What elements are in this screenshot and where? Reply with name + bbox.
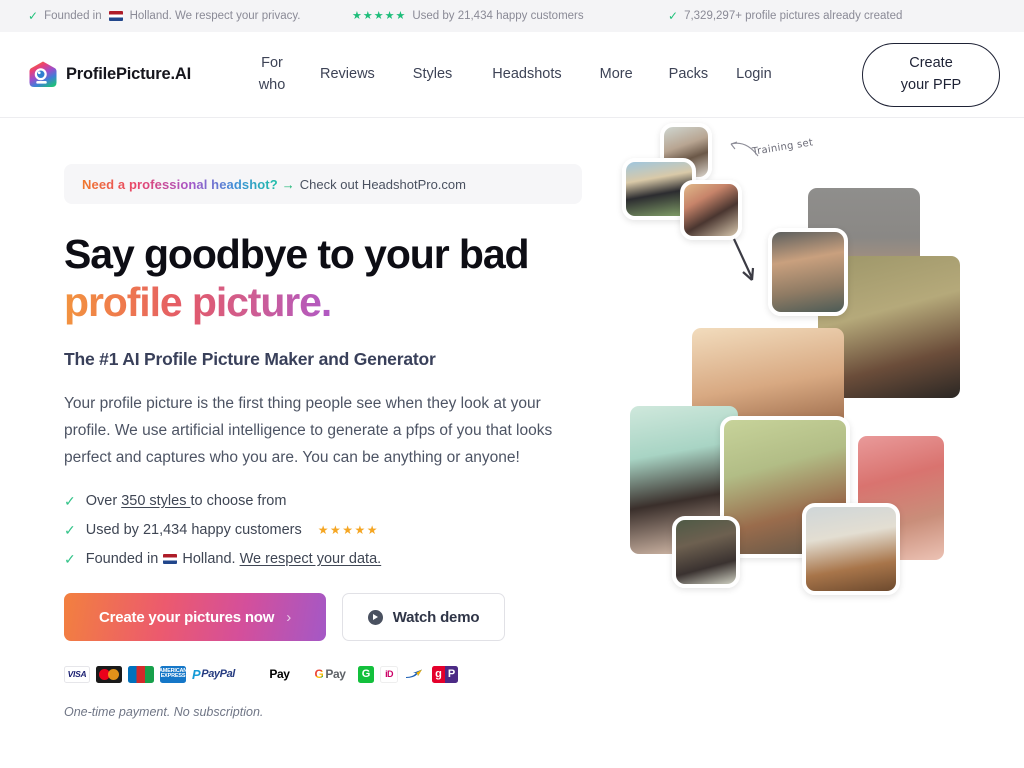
payment-methods: VISA AMERICAN EXPRESS P PayPal Pay G Pay G … (64, 665, 584, 683)
feature-founded-pre: Founded in (85, 551, 163, 568)
nav-link-for-who-line1: For (261, 55, 283, 72)
create-your-pfp-button[interactable]: Create your PFP (862, 42, 1000, 107)
nav-link-login[interactable]: Login (726, 64, 781, 85)
brand-name: ProfilePicture.AI (66, 65, 191, 83)
nl-flag-icon (108, 11, 123, 21)
headshotpro-promo-banner[interactable]: Need a professional headshot? → Check ou… (64, 164, 582, 204)
training-photo-3 (680, 180, 742, 240)
stars-icon: ★★★★★ (352, 9, 407, 22)
page-title: Say goodbye to your bad profile picture. (64, 230, 584, 327)
chevron-right-icon: › (286, 608, 292, 626)
feature-list: ✓ Over 350 styles to choose from ✓ Used … (64, 493, 584, 567)
topbar-privacy-text-after: Holland. We respect your privacy. (129, 10, 301, 22)
feature-founded-text: Founded in Holland. We respect your data… (86, 551, 381, 567)
brand-logo-link[interactable]: ProfilePicture.AI (28, 60, 191, 90)
profilepicture-logo-icon (28, 60, 58, 90)
feature-founded-mid: Holland. (178, 551, 240, 568)
feature-item-customers: ✓ Used by 21,434 happy customers ★★★★★ (64, 522, 584, 538)
training-set-annotation: Training set (751, 137, 815, 158)
topbar-created-text: 7,329,297+ profile pictures already crea… (684, 10, 903, 22)
hero-description: Your profile picture is the first thing … (64, 394, 553, 466)
feature-styles-post: to choose from (190, 493, 287, 510)
result-photo-center-featured (768, 228, 848, 316)
nav-links: For who Reviews Styles Headshots More Pa… (248, 53, 782, 95)
feature-styles-pre: Over (85, 493, 122, 510)
check-icon: ✓ (64, 551, 76, 568)
nav-link-for-who-line2: who (258, 76, 286, 93)
result-photo-cafe (802, 503, 900, 595)
rating-stars-icon: ★★★★★ (317, 523, 380, 538)
topbar-item-created-count: ✓ 7,329,297+ profile pictures already cr… (668, 10, 902, 22)
feature-customers-text: Used by 21,434 happy customers (85, 522, 302, 539)
nav-cta-line2: your PFP (900, 76, 962, 93)
topbar-customers-text: Used by 21,434 happy customers (412, 10, 584, 22)
hero-image-collage: Training set (600, 118, 1024, 738)
feature-item-styles: ✓ Over 350 styles to choose from (64, 493, 584, 509)
promo-banner-strong: Need a professional headshot? (82, 176, 278, 192)
apple-pay-icon: Pay (256, 665, 302, 683)
nav-link-headshots[interactable]: Headshots (482, 64, 571, 85)
watch-demo-button[interactable]: Watch demo (342, 593, 505, 642)
google-pay-icon: G Pay (308, 665, 352, 683)
giropay-icon: G (358, 665, 374, 683)
nav-link-packs[interactable]: Packs (659, 64, 719, 85)
check-icon: ✓ (28, 9, 39, 23)
main-navigation: ProfilePicture.AI For who Reviews Styles… (0, 32, 1024, 118)
nav-link-more[interactable]: More (590, 64, 643, 85)
check-icon: ✓ (64, 522, 76, 539)
create-pictures-label: Create your pictures now (98, 608, 275, 626)
arrow-right-icon: → (281, 176, 295, 192)
hero-section: Need a professional headshot? → Check ou… (0, 118, 1024, 768)
ideal-icon: iD (380, 665, 398, 683)
payment-fineprint: One-time payment. No subscription. (64, 705, 264, 720)
nav-link-reviews[interactable]: Reviews (310, 64, 385, 85)
page-subtitle: The #1 AI Profile Picture Maker and Gene… (64, 348, 436, 369)
headline-line-1: Say goodbye to your bad (64, 231, 530, 277)
styles-link[interactable]: 350 styles (121, 493, 190, 509)
paypal-icon: P PayPal (192, 665, 250, 683)
check-icon: ✓ (64, 493, 76, 510)
down-arrow-icon (733, 238, 755, 281)
amex-icon: AMERICAN EXPRESS (160, 665, 186, 683)
check-icon: ✓ (668, 9, 679, 23)
hero-content: Need a professional headshot? → Check ou… (64, 164, 584, 719)
topbar-item-customers: ★★★★★ Used by 21,434 happy customers (352, 10, 584, 22)
mastercard-icon (96, 665, 122, 683)
curved-arrow-icon (730, 141, 759, 157)
visa-icon: VISA (64, 665, 90, 683)
feature-item-founded: ✓ Founded in Holland. We respect your da… (64, 551, 584, 567)
nav-link-for-who[interactable]: For who (248, 53, 296, 95)
create-your-pictures-button[interactable]: Create your pictures now › (64, 593, 326, 642)
nl-flag-icon (163, 554, 178, 565)
result-photo-anime-small (672, 516, 740, 588)
sofort-icon (404, 665, 426, 683)
nav-cta-line1: Create (909, 55, 953, 72)
giropay-paydirekt-icon: gP (432, 665, 458, 683)
cta-row: Create your pictures now › Watch demo (64, 593, 584, 642)
watch-demo-label: Watch demo (392, 608, 480, 626)
topbar-item-privacy: ✓ Founded in Holland. We respect your pr… (28, 10, 300, 22)
feature-styles-text: Over 350 styles to choose from (86, 493, 287, 509)
topbar-privacy-text-before: Founded in (44, 10, 102, 22)
headline-line-2: profile picture. (64, 279, 332, 326)
announcement-bar: ✓ Founded in Holland. We respect your pr… (0, 0, 1024, 32)
privacy-policy-link[interactable]: We respect your data. (240, 551, 382, 567)
play-icon (367, 609, 383, 625)
nav-link-styles[interactable]: Styles (403, 64, 463, 85)
jcb-icon (128, 665, 154, 683)
promo-banner-text: Check out HeadshotPro.com (299, 176, 466, 192)
